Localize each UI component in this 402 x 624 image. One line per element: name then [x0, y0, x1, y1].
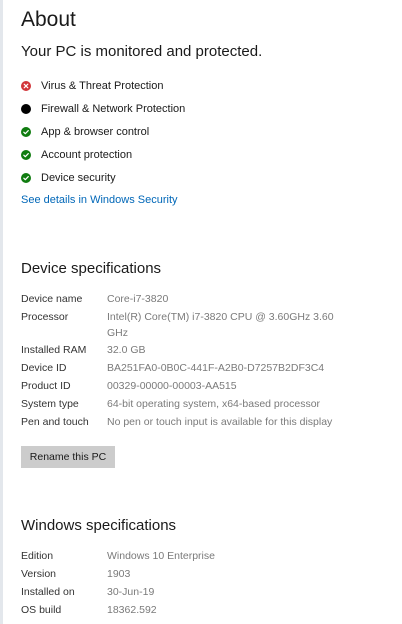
spec-row-pen-and-touch: Pen and touch No pen or touch input is a… — [21, 413, 357, 431]
device-specifications-table: Device name Core-i7-3820 Processor Intel… — [21, 290, 357, 431]
rename-pc-button[interactable]: Rename this PC — [21, 446, 115, 468]
spec-value: No pen or touch input is available for t… — [107, 416, 333, 428]
check-status-icon — [21, 149, 31, 160]
security-item-label: Virus & Threat Protection — [41, 79, 164, 92]
see-details-windows-security-link[interactable]: See details in Windows Security — [21, 194, 178, 206]
spec-value: 30-Jun-19 — [107, 586, 155, 598]
spec-row-installed-on: Installed on 30-Jun-19 — [21, 583, 357, 601]
spec-value: Windows 10 Enterprise — [107, 550, 215, 562]
spec-row-installed-ram: Installed RAM 32.0 GB — [21, 341, 357, 359]
spec-row-system-type: System type 64-bit operating system, x64… — [21, 395, 357, 413]
security-item-label: App & browser control — [41, 125, 150, 138]
spec-value: 64-bit operating system, x64-based proce… — [107, 398, 321, 410]
windows-specifications-title: Windows specifications — [21, 517, 177, 534]
spec-label: Product ID — [21, 380, 71, 392]
protection-status-heading: Your PC is monitored and protected. — [21, 43, 263, 60]
spec-row-processor: Processor Intel(R) Core(TM) i7-3820 CPU … — [21, 308, 357, 341]
spec-value: 00329-00000-00003-AA515 — [107, 380, 237, 392]
page-title: About — [21, 8, 76, 31]
check-status-icon — [21, 126, 31, 137]
spec-value: 32.0 GB — [107, 344, 146, 356]
spec-label: Pen and touch — [21, 416, 89, 428]
spec-row-os-build: OS build 18362.592 — [21, 601, 357, 619]
spec-label: Edition — [21, 550, 54, 562]
spec-row-device-name: Device name Core-i7-3820 — [21, 290, 357, 308]
security-item-virus-threat: Virus & Threat Protection — [21, 74, 185, 97]
security-status-list: Virus & Threat Protection Firewall & Net… — [21, 74, 185, 189]
security-item-device-security: Device security — [21, 166, 185, 189]
spec-label: Version — [21, 568, 57, 580]
spec-row-version: Version 1903 — [21, 565, 357, 583]
spec-value: Intel(R) Core(TM) i7-3820 CPU @ 3.60GHz … — [107, 311, 334, 339]
security-item-account-protection: Account protection — [21, 143, 185, 166]
spec-value: BA251FA0-0B0C-441F-A2B0-D7257B2DF3C4 — [107, 362, 325, 374]
spec-label: OS build — [21, 604, 62, 616]
spec-label: System type — [21, 398, 79, 410]
spec-label: Device name — [21, 293, 83, 305]
error-status-icon — [21, 80, 31, 91]
unknown-status-icon — [21, 103, 31, 114]
security-item-firewall-network: Firewall & Network Protection — [21, 97, 185, 120]
spec-label: Installed RAM — [21, 344, 87, 356]
spec-row-device-id: Device ID BA251FA0-0B0C-441F-A2B0-D7257B… — [21, 359, 357, 377]
device-specifications-title: Device specifications — [21, 260, 162, 277]
security-item-label: Account protection — [41, 148, 133, 161]
spec-row-edition: Edition Windows 10 Enterprise — [21, 547, 357, 565]
spec-value: 18362.592 — [107, 604, 157, 616]
left-edge-divider — [0, 0, 3, 624]
spec-label: Installed on — [21, 586, 75, 598]
security-item-label: Device security — [41, 171, 116, 184]
spec-label: Processor — [21, 311, 69, 323]
check-status-icon — [21, 172, 31, 183]
about-page: About Your PC is monitored and protected… — [0, 0, 402, 624]
spec-value: 1903 — [107, 568, 131, 580]
security-item-label: Firewall & Network Protection — [41, 102, 186, 115]
security-item-app-browser: App & browser control — [21, 120, 185, 143]
spec-row-product-id: Product ID 00329-00000-00003-AA515 — [21, 377, 357, 395]
spec-value: Core-i7-3820 — [107, 293, 169, 305]
windows-specifications-table: Edition Windows 10 Enterprise Version 19… — [21, 547, 357, 619]
spec-label: Device ID — [21, 362, 67, 374]
